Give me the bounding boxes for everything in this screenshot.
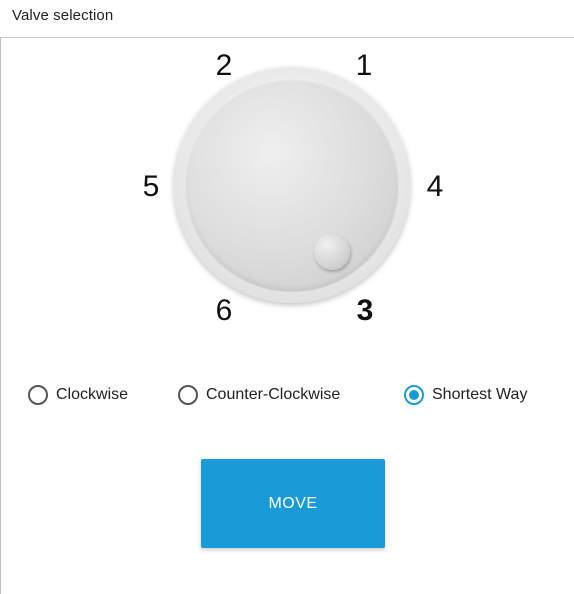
rotary-knob-face[interactable]	[185, 78, 399, 292]
valve-position-2[interactable]: 2	[216, 51, 233, 81]
valve-position-1[interactable]: 1	[356, 51, 373, 81]
radio-circle-checked-icon[interactable]	[404, 385, 424, 405]
knob-indicator-icon	[314, 234, 350, 270]
direction-radio-group: Clockwise Counter-Clockwise Shortest Way	[0, 378, 574, 418]
valve-position-4[interactable]: 4	[427, 172, 444, 202]
valve-selector[interactable]: 2 1 5 4 6 3	[0, 0, 574, 360]
radio-clockwise[interactable]: Clockwise	[28, 385, 128, 405]
valve-position-6[interactable]: 6	[216, 296, 233, 326]
radio-selected-dot-icon	[409, 390, 419, 400]
move-button[interactable]: MOVE	[201, 459, 385, 548]
radio-circle-unchecked-icon[interactable]	[178, 385, 198, 405]
radio-label-clockwise[interactable]: Clockwise	[56, 386, 128, 404]
radio-label-shortest-way[interactable]: Shortest Way	[432, 386, 527, 404]
radio-shortest-way[interactable]: Shortest Way	[404, 385, 527, 405]
radio-counter-clockwise[interactable]: Counter-Clockwise	[178, 385, 340, 405]
radio-label-counter-clockwise[interactable]: Counter-Clockwise	[206, 386, 340, 404]
valve-position-3[interactable]: 3	[357, 296, 374, 326]
radio-circle-unchecked-icon[interactable]	[28, 385, 48, 405]
valve-position-5[interactable]: 5	[143, 172, 160, 202]
